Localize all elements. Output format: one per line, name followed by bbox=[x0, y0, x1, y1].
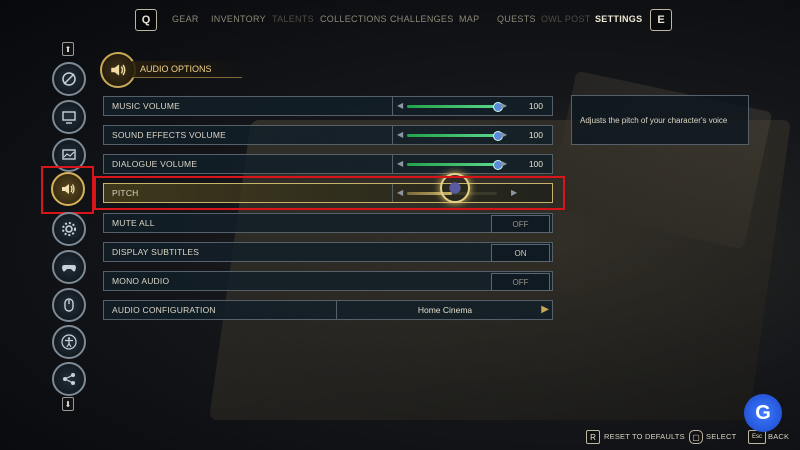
chevron-right-icon[interactable]: ▶ bbox=[501, 159, 507, 168]
setting-label: MUTE ALL bbox=[112, 218, 155, 228]
dialogue-volume-row[interactable]: DIALOGUE VOLUME ◀ ▶ 100 bbox=[103, 154, 553, 174]
tab-owl-post[interactable]: OWL POST bbox=[541, 14, 591, 24]
tab-gear[interactable]: GEAR bbox=[172, 14, 199, 24]
slider-fill bbox=[407, 134, 497, 137]
esc-key-icon[interactable]: Esc bbox=[748, 430, 766, 444]
speaker-icon[interactable] bbox=[51, 172, 85, 206]
speaker-icon bbox=[100, 52, 136, 88]
setting-label: AUDIO CONFIGURATION bbox=[112, 305, 216, 315]
chevron-left-icon[interactable]: ◀ bbox=[397, 130, 403, 139]
tab-inventory[interactable]: INVENTORY bbox=[211, 14, 266, 24]
select-value: Home Cinema bbox=[417, 305, 473, 315]
slider-track bbox=[407, 131, 503, 141]
disc-icon[interactable] bbox=[52, 62, 86, 96]
gamepad-icon[interactable] bbox=[52, 250, 86, 284]
tab-quests[interactable]: QUESTS bbox=[497, 14, 536, 24]
audio-configuration-row[interactable]: AUDIO CONFIGURATION Home Cinema ▶ bbox=[103, 300, 553, 320]
tab-map[interactable]: MAP bbox=[459, 14, 479, 24]
accessibility-icon[interactable] bbox=[52, 325, 86, 359]
description-text: Adjusts the pitch of your character's vo… bbox=[580, 115, 728, 125]
tab-talents[interactable]: TALENTS bbox=[272, 14, 314, 24]
mono-audio-toggle[interactable]: OFF bbox=[491, 273, 550, 291]
setting-value: 100 bbox=[528, 101, 543, 111]
slider-track bbox=[407, 102, 503, 112]
nav-prev-key[interactable]: Q bbox=[135, 9, 157, 31]
nav-next-key[interactable]: E bbox=[650, 9, 672, 31]
setting-label: SOUND EFFECTS VOLUME bbox=[112, 130, 227, 140]
setting-value: 100 bbox=[528, 130, 543, 140]
select-button[interactable]: SELECT bbox=[706, 432, 736, 441]
setting-description: Adjusts the pitch of your character's vo… bbox=[571, 95, 749, 145]
pitch-highlight-box bbox=[94, 176, 565, 210]
chevron-right-icon[interactable]: ▶ bbox=[501, 101, 507, 110]
setting-label: DISPLAY SUBTITLES bbox=[112, 247, 200, 257]
setting-value: 100 bbox=[528, 159, 543, 169]
setting-label: MONO AUDIO bbox=[112, 276, 170, 286]
music-volume-row[interactable]: MUSIC VOLUME ◀ ▶ 100 bbox=[103, 96, 553, 116]
setting-label: MUSIC VOLUME bbox=[112, 101, 181, 111]
mouse-icon[interactable]: ▢ bbox=[689, 430, 703, 444]
reset-key-icon[interactable]: R bbox=[586, 430, 600, 444]
tab-settings[interactable]: SETTINGS bbox=[595, 14, 642, 24]
chevron-left-icon[interactable]: ◀ bbox=[397, 159, 403, 168]
sfx-volume-row[interactable]: SOUND EFFECTS VOLUME ◀ ▶ 100 bbox=[103, 125, 553, 145]
tab-challenges[interactable]: CHALLENGES bbox=[390, 14, 454, 24]
mouse-icon[interactable] bbox=[52, 288, 86, 322]
display-subtitles-toggle[interactable]: ON bbox=[491, 244, 550, 262]
gear-icon[interactable] bbox=[52, 212, 86, 246]
music-volume-slider[interactable]: ◀ ▶ 100 bbox=[392, 97, 553, 115]
monitor-icon[interactable] bbox=[52, 100, 86, 134]
chevron-right-icon: ▶ bbox=[541, 304, 549, 315]
audio-configuration-select[interactable]: Home Cinema ▶ bbox=[336, 301, 553, 319]
sfx-volume-slider[interactable]: ◀ ▶ 100 bbox=[392, 126, 553, 144]
back-button[interactable]: BACK bbox=[768, 432, 789, 441]
sidebar-scroll-down[interactable]: ⬇ bbox=[62, 397, 74, 411]
slider-fill bbox=[407, 105, 497, 108]
display-subtitles-row[interactable]: DISPLAY SUBTITLES ON bbox=[103, 242, 553, 262]
top-navigation: Q GEAR INVENTORY TALENTS COLLECTIONS CHA… bbox=[0, 0, 800, 38]
network-icon[interactable] bbox=[52, 362, 86, 396]
slider-fill bbox=[407, 163, 497, 166]
watermark-logo: G bbox=[744, 394, 782, 432]
tab-collections[interactable]: COLLECTIONS bbox=[320, 14, 387, 24]
reset-to-defaults-button[interactable]: RESET TO DEFAULTS bbox=[604, 432, 685, 441]
chevron-left-icon[interactable]: ◀ bbox=[397, 101, 403, 110]
mono-audio-row[interactable]: MONO AUDIO OFF bbox=[103, 271, 553, 291]
setting-label: DIALOGUE VOLUME bbox=[112, 159, 198, 169]
mute-all-toggle[interactable]: OFF bbox=[491, 215, 550, 233]
sidebar-scroll-up[interactable]: ⬆ bbox=[62, 42, 74, 56]
dialogue-volume-slider[interactable]: ◀ ▶ 100 bbox=[392, 155, 553, 173]
section-title: AUDIO OPTIONS bbox=[132, 61, 242, 78]
slider-track bbox=[407, 160, 503, 170]
mute-all-row[interactable]: MUTE ALL OFF bbox=[103, 213, 553, 233]
chevron-right-icon[interactable]: ▶ bbox=[501, 130, 507, 139]
